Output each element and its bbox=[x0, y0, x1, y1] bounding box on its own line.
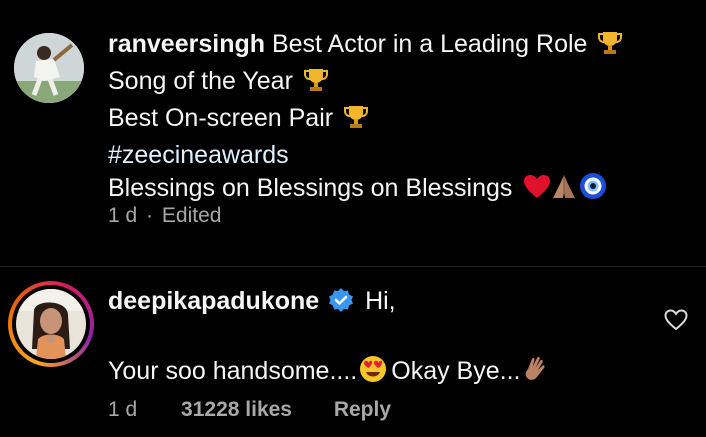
like-heart-icon[interactable] bbox=[664, 309, 688, 331]
comment-text-part-2: Okay Bye... bbox=[391, 357, 521, 385]
likes-count[interactable]: 31228 likes bbox=[181, 398, 292, 422]
trophy-icon bbox=[303, 67, 328, 102]
avatar-image bbox=[16, 289, 86, 359]
comment-line-1: deepikapadukone Hi, bbox=[108, 285, 550, 322]
heart-eyes-emoji-icon bbox=[359, 355, 387, 392]
comment-greeting: Hi, bbox=[365, 287, 396, 315]
comment-text-line-3: Best On-screen Pair bbox=[108, 104, 334, 132]
comment-text-deepikapadukone: deepikapadukone Hi, Your soo handsome...… bbox=[108, 285, 550, 392]
folded-hands-icon bbox=[551, 172, 577, 209]
comment-text-line-1: Best Actor in a Leading Role bbox=[271, 30, 588, 58]
comment-line-2: Song of the Year bbox=[108, 65, 622, 102]
heart-icon bbox=[523, 174, 551, 209]
comment-meta-deepikapadukone: 1 d 31228 likes Reply bbox=[108, 398, 391, 422]
comment-line-1: ranveersingh Best Actor in a Leading Rol… bbox=[108, 28, 623, 65]
comment-text-part-1: Your soo handsome.... bbox=[108, 357, 358, 385]
comment-line-2: Your soo handsome.... Okay Bye... bbox=[108, 355, 550, 392]
comment-deepikapadukone: deepikapadukone Hi, Your soo handsome...… bbox=[0, 266, 706, 437]
trophy-icon bbox=[598, 30, 623, 65]
username-deepikapadukone[interactable]: deepikapadukone bbox=[108, 287, 319, 315]
waving-hand-icon bbox=[522, 355, 550, 392]
nazar-amulet-icon bbox=[579, 172, 607, 209]
timestamp: 1 d bbox=[108, 398, 138, 421]
edited-label: Edited bbox=[161, 204, 222, 227]
comment-text-ranveersingh: ranveersingh Best Actor in a Leading Rol… bbox=[108, 28, 623, 209]
hashtag-link[interactable]: #zeecineawards bbox=[108, 139, 622, 172]
avatar-image bbox=[14, 33, 84, 103]
timestamp: 1 d bbox=[108, 204, 138, 227]
comment-ranveersingh: ranveersingh Best Actor in a Leading Rol… bbox=[0, 0, 706, 266]
comment-text-line-5: Blessings on Blessings on Blessings bbox=[108, 174, 513, 202]
reply-button[interactable]: Reply bbox=[334, 398, 391, 422]
avatar-ranveersingh[interactable] bbox=[14, 33, 84, 103]
trophy-icon bbox=[344, 104, 369, 139]
comment-meta-ranveersingh: 1 d · Edited bbox=[108, 204, 221, 228]
verified-badge-icon bbox=[328, 287, 354, 322]
comment-text-line-2: Song of the Year bbox=[108, 67, 293, 95]
username-ranveersingh[interactable]: ranveersingh bbox=[108, 30, 265, 58]
avatar-deepikapadukone[interactable] bbox=[8, 281, 94, 367]
comment-line-3: Best On-screen Pair bbox=[108, 102, 622, 139]
separator-dot: · bbox=[146, 204, 154, 227]
